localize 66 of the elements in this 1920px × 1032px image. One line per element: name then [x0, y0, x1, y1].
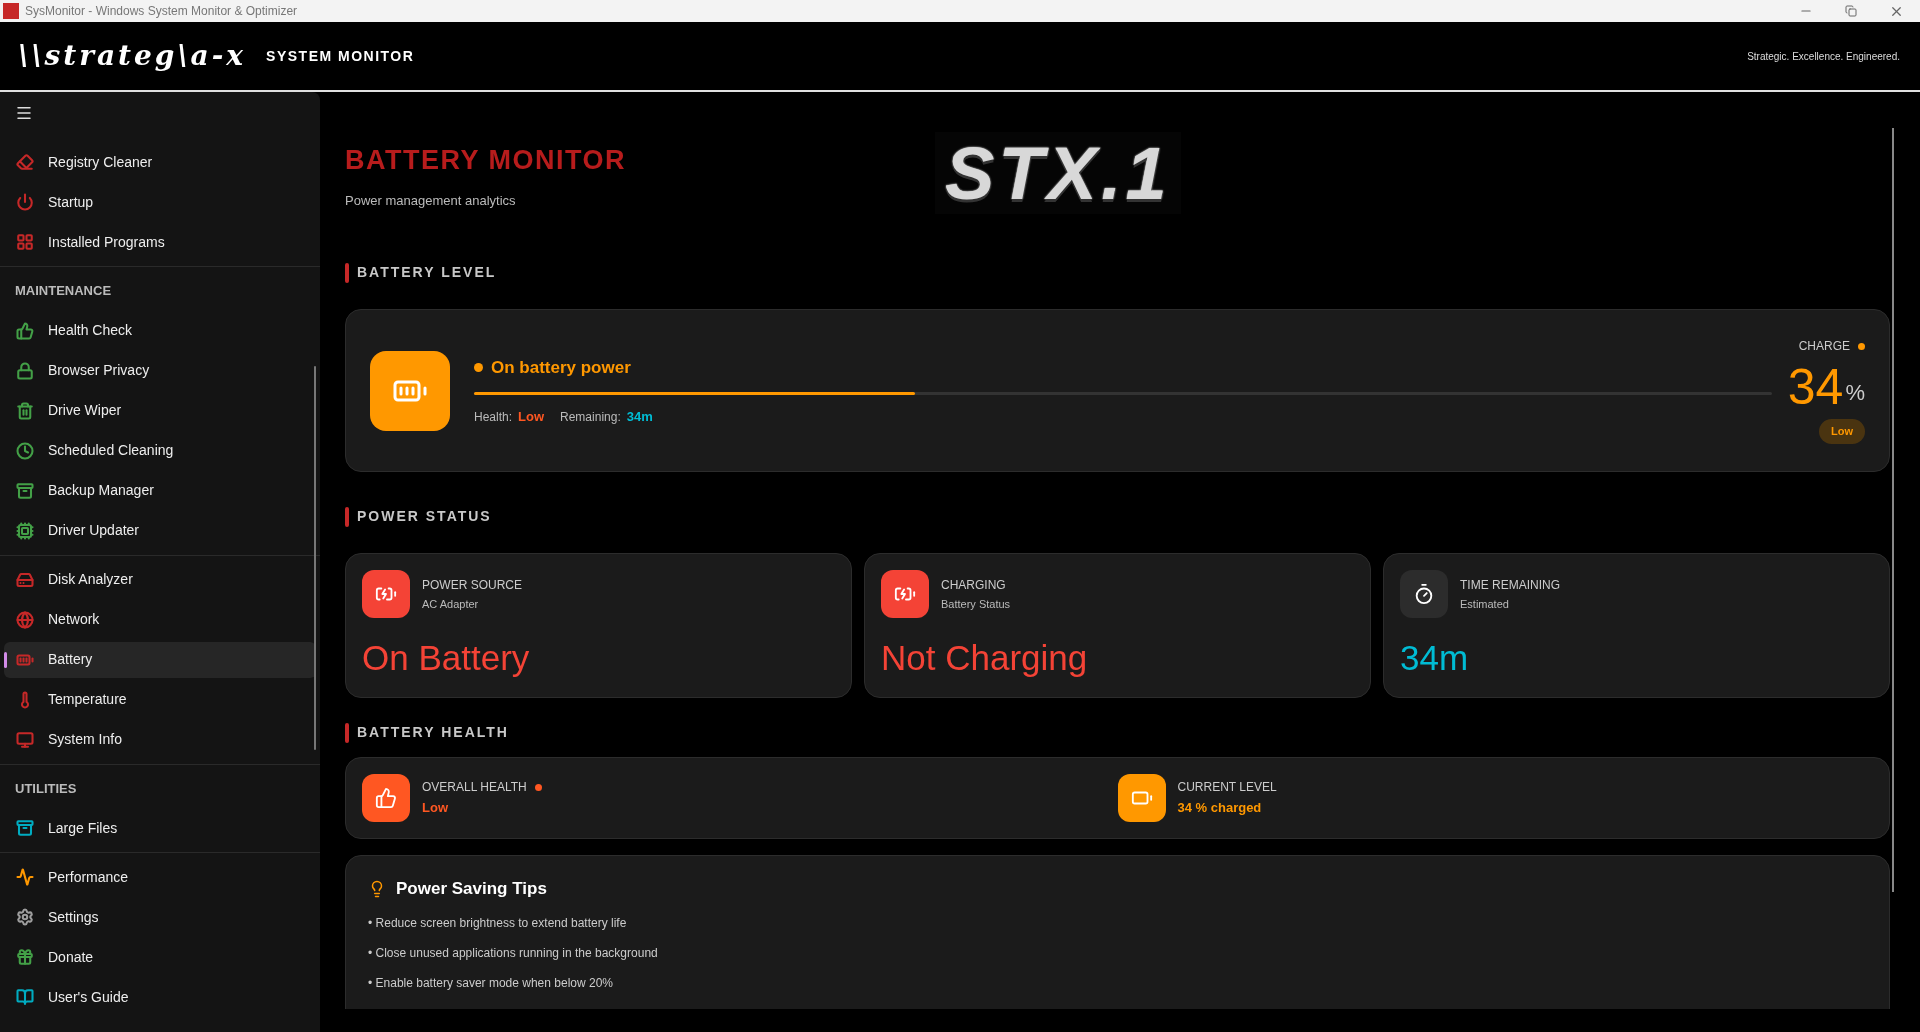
app-title: SYSTEM MONITOR: [266, 46, 415, 66]
sidebar-item[interactable]: Scheduled Cleaning: [4, 432, 316, 469]
section-heading: POWER STATUS: [357, 507, 492, 526]
section-marker: [345, 506, 349, 527]
sidebar-item[interactable]: Startup: [4, 184, 316, 220]
tips-title: Power Saving Tips: [396, 878, 547, 900]
card-subtitle: Battery Status: [941, 596, 1011, 612]
sidebar-item[interactable]: Disk Analyzer: [4, 561, 316, 598]
health-title: OVERALL HEALTH: [422, 779, 527, 797]
section-marker: [345, 262, 349, 283]
menu-icon[interactable]: [15, 104, 33, 122]
card-subtitle: Estimated: [1460, 596, 1510, 612]
health-value: Low: [518, 408, 545, 426]
sidebar-item[interactable]: Settings: [4, 899, 316, 935]
card-subtitle: AC Adapter: [422, 596, 480, 612]
restore-icon[interactable]: [1845, 5, 1857, 17]
health-value: Low: [422, 799, 449, 818]
sidebar-item[interactable]: Drive Wiper: [4, 392, 316, 429]
card-value: 34m: [1400, 637, 1470, 679]
sidebar-item[interactable]: Browser Privacy: [4, 352, 316, 389]
sidebar-item[interactable]: Health Check: [4, 312, 316, 349]
card-value: Not Charging: [881, 637, 1089, 679]
sidebar-heading: UTILITIES: [14, 779, 78, 798]
tagline: Strategic. Excellence. Engineered.: [1747, 49, 1900, 64]
sidebar-item[interactable]: Temperature: [4, 681, 316, 718]
section-marker: [345, 722, 349, 743]
charge-badge: Low: [1819, 419, 1865, 444]
percent-sign: %: [1845, 379, 1865, 408]
card-value: On Battery: [362, 637, 531, 679]
charge-label: CHARGE: [1798, 338, 1850, 356]
selection-indicator: [4, 651, 7, 668]
sidebar-item[interactable]: Backup Manager: [4, 472, 316, 509]
sidebar-item[interactable]: User's Guide: [4, 979, 316, 1015]
window-title: SysMonitor - Windows System Monitor & Optimizer: [25, 3, 298, 20]
app-icon: [3, 3, 19, 19]
tip-text: • Enable battery saver mode when below 20%: [368, 974, 614, 992]
battery-status: On battery power: [491, 356, 631, 379]
charge-percent: 34: [1787, 359, 1844, 416]
brand-logo: \\strateg\a-x: [18, 38, 247, 74]
remaining-value: 34m: [626, 408, 653, 426]
sidebar-heading: MAINTENANCE: [14, 282, 113, 300]
card-title: CHARGING: [941, 576, 1007, 594]
thumbs-up-icon: [375, 787, 397, 809]
card-title: POWER SOURCE: [422, 576, 522, 594]
tip-text: • Reduce screen brightness to extend battery life: [368, 914, 628, 932]
page-title: BATTERY MONITOR: [345, 144, 627, 177]
product-logo: STX.1: [935, 132, 1181, 214]
sidebar-item[interactable]: Network: [4, 601, 316, 638]
sidebar-item[interactable]: Battery: [4, 641, 316, 678]
remaining-label: Remaining:: [560, 408, 621, 426]
sidebar-item[interactable]: Driver Updater: [4, 512, 316, 549]
health-title: CURRENT LEVEL: [1177, 779, 1277, 797]
health-value: 34 % charged: [1177, 799, 1263, 818]
sidebar-item[interactable]: Donate: [4, 939, 316, 975]
card-title: TIME REMAINING: [1460, 576, 1560, 594]
sidebar-item[interactable]: Registry Cleaner: [4, 144, 316, 180]
sidebar-item[interactable]: Performance: [4, 859, 316, 895]
section-heading: BATTERY LEVEL: [357, 263, 497, 282]
sidebar-item[interactable]: Large Files: [4, 810, 316, 846]
stopwatch-icon: [1413, 583, 1435, 605]
page-subtitle: Power management analytics: [345, 191, 517, 210]
sidebar-item[interactable]: Installed Programs: [4, 224, 316, 260]
sidebar-item[interactable]: System Info: [4, 721, 316, 758]
health-label: Health:: [474, 408, 513, 426]
section-heading: BATTERY HEALTH: [357, 723, 509, 742]
tip-text: • Close unused applications running in the background: [368, 944, 659, 962]
